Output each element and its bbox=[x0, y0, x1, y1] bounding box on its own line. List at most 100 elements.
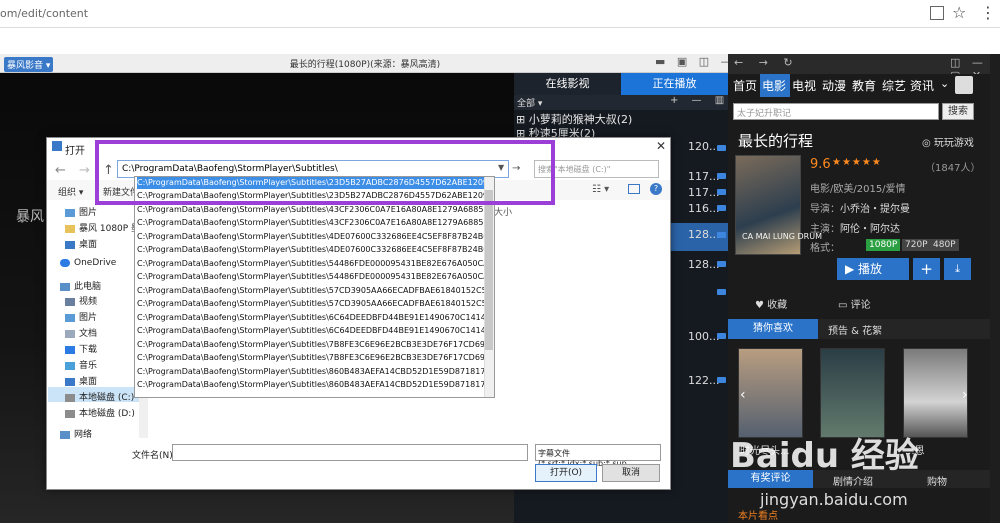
tab-guess-you-like[interactable]: 猜你喜欢 bbox=[728, 319, 818, 339]
open-button[interactable]: 打开(O) bbox=[535, 464, 597, 482]
playlist-filter-all[interactable]: 全部 ▾ bbox=[517, 96, 542, 109]
autocomplete-item[interactable]: C:\ProgramData\Baofeng\StormPlayer\Subti… bbox=[137, 258, 492, 270]
scrollbar-thumb[interactable] bbox=[485, 190, 493, 350]
forward-arrow-icon[interactable]: → bbox=[79, 163, 90, 178]
favorite-button[interactable]: ♥ 收藏 bbox=[755, 296, 787, 311]
baidu-watermark-url: jingyan.baidu.com bbox=[760, 490, 908, 509]
preview-pane-icon[interactable] bbox=[628, 184, 640, 194]
video-watermark: 暴风 bbox=[16, 209, 44, 225]
list-item-number: 117... bbox=[688, 186, 720, 199]
heart-icon: ♥ bbox=[755, 300, 768, 311]
help-icon[interactable]: ? bbox=[650, 183, 662, 195]
tree-item-network[interactable]: 网络 bbox=[60, 427, 92, 440]
tree-item-label: 下载 bbox=[79, 345, 98, 355]
address-bar-url[interactable]: om/edit/content bbox=[0, 7, 88, 20]
pictures-icon bbox=[65, 208, 75, 217]
chevron-down-icon[interactable]: ⌄ bbox=[940, 77, 949, 90]
rating-count: （1847人） bbox=[925, 163, 981, 174]
tree-item-music[interactable]: 音乐 bbox=[65, 358, 97, 371]
director-label: 导演： bbox=[810, 204, 840, 215]
director-name[interactable]: 小乔治・提尔曼 bbox=[840, 204, 910, 215]
rating-stars-icon: ★★★★★ bbox=[832, 157, 882, 168]
recommend-poster[interactable] bbox=[738, 348, 803, 438]
download-icon bbox=[65, 345, 75, 354]
hd-badge-icon bbox=[717, 189, 726, 195]
tree-item-desktop[interactable]: 桌面 bbox=[65, 374, 97, 387]
nav-education[interactable]: 教育 bbox=[852, 77, 876, 94]
filename-input[interactable] bbox=[172, 444, 528, 461]
bookmark-icon[interactable] bbox=[930, 6, 944, 20]
game-link[interactable]: ◎ 玩玩游戏 bbox=[922, 134, 974, 149]
tab-shopping[interactable]: 购物 bbox=[927, 473, 947, 488]
autocomplete-item[interactable]: C:\ProgramData\Baofeng\StormPlayer\Subti… bbox=[137, 285, 492, 297]
tree-item-this-pc[interactable]: 此电脑 bbox=[60, 279, 101, 292]
tree-item-pictures[interactable]: 图片 bbox=[65, 205, 97, 218]
autocomplete-item[interactable]: C:\ProgramData\Baofeng\StormPlayer\Subti… bbox=[137, 231, 492, 243]
filename-label: 文件名(N): bbox=[132, 451, 176, 461]
chevron-right-icon[interactable]: › bbox=[962, 387, 968, 403]
player-logo-menu[interactable]: 暴风影音 ▾ bbox=[4, 57, 54, 72]
tree-item-pictures[interactable]: 图片 bbox=[65, 310, 97, 323]
autocomplete-item[interactable]: C:\ProgramData\Baofeng\StormPlayer\Subti… bbox=[137, 325, 492, 337]
menu-icon[interactable]: ⋮ bbox=[980, 3, 996, 22]
hd-badge-icon bbox=[717, 173, 726, 179]
close-icon[interactable]: ✕ bbox=[656, 139, 666, 153]
cast-label: 主演： bbox=[810, 224, 840, 235]
computer-icon bbox=[60, 282, 70, 291]
cancel-button[interactable]: 取消 bbox=[602, 464, 660, 482]
autocomplete-item[interactable]: C:\ProgramData\Baofeng\StormPlayer\Subti… bbox=[137, 339, 492, 351]
nav-tv[interactable]: 电视 bbox=[792, 77, 816, 94]
tree-item-documents[interactable]: 文档 bbox=[65, 326, 97, 339]
format-1080p[interactable]: 1080P bbox=[866, 239, 901, 251]
tab-now-playing[interactable]: 正在播放 bbox=[621, 73, 728, 95]
organize-menu[interactable]: 组织 ▾ bbox=[58, 185, 83, 198]
autocomplete-item[interactable]: C:\ProgramData\Baofeng\StormPlayer\Subti… bbox=[137, 204, 492, 216]
tree-item-desktop[interactable]: 桌面 bbox=[65, 237, 97, 250]
autocomplete-item[interactable]: C:\ProgramData\Baofeng\StormPlayer\Subti… bbox=[137, 298, 492, 310]
format-720p[interactable]: 720P bbox=[902, 239, 931, 251]
cast-name[interactable]: 阿伦・阿尔达 bbox=[840, 224, 900, 235]
autocomplete-item[interactable]: C:\ProgramData\Baofeng\StormPlayer\Subti… bbox=[137, 366, 492, 378]
tab-trailers[interactable]: 预告 & 花絮 bbox=[828, 322, 882, 337]
autocomplete-item[interactable]: C:\ProgramData\Baofeng\StormPlayer\Subti… bbox=[137, 217, 492, 229]
autocomplete-item[interactable]: C:\ProgramData\Baofeng\StormPlayer\Subti… bbox=[137, 271, 492, 283]
star-icon[interactable]: ☆ bbox=[952, 3, 966, 22]
format-480p[interactable]: 480P bbox=[930, 239, 959, 251]
nav-news[interactable]: 资讯 bbox=[910, 77, 934, 94]
nav-movie[interactable]: 电影 bbox=[762, 77, 786, 94]
chevron-left-icon[interactable]: ‹ bbox=[740, 387, 746, 403]
tree-item-onedrive[interactable]: OneDrive bbox=[60, 258, 116, 268]
autocomplete-item[interactable]: C:\ProgramData\Baofeng\StormPlayer\Subti… bbox=[137, 379, 492, 391]
tree-item-downloads[interactable]: 下载 bbox=[65, 342, 97, 355]
cloud-icon bbox=[60, 258, 70, 267]
tree-item-drive-d[interactable]: 本地磁盘 (D:) bbox=[65, 406, 135, 419]
avatar[interactable] bbox=[955, 76, 973, 94]
tree-item-drive-c[interactable]: 本地磁盘 (C:) bbox=[65, 390, 134, 403]
browser-scrollbar[interactable] bbox=[990, 54, 1000, 523]
view-options-icon[interactable]: ☷ ▾ bbox=[592, 184, 609, 195]
tab-online-video[interactable]: 在线影视 bbox=[514, 73, 621, 95]
recommend-poster[interactable] bbox=[820, 348, 885, 438]
back-arrow-icon[interactable]: ← bbox=[55, 163, 66, 178]
nav-home[interactable]: 首页 bbox=[733, 77, 757, 94]
favorite-label: 收藏 bbox=[767, 300, 788, 311]
tree-item-videos[interactable]: 视频 bbox=[65, 294, 97, 307]
comment-icon: ▭ bbox=[838, 300, 851, 311]
autocomplete-item[interactable]: C:\ProgramData\Baofeng\StormPlayer\Subti… bbox=[137, 312, 492, 324]
tree-item-baofeng[interactable]: 暴风 1080P 墨 bbox=[65, 221, 140, 234]
comment-button[interactable]: ▭ 评论 bbox=[838, 296, 871, 311]
nav-anime[interactable]: 动漫 bbox=[822, 77, 846, 94]
download-button[interactable]: ⤓ bbox=[944, 258, 971, 280]
hd-badge-icon bbox=[717, 333, 726, 339]
nav-variety[interactable]: 综艺 bbox=[882, 77, 906, 94]
file-type-select[interactable]: 字幕文件(*.srt;*.idx;*.sub;*.sup bbox=[535, 444, 661, 468]
search-button[interactable]: 搜索 bbox=[942, 103, 974, 120]
size-column-header[interactable]: 大小 bbox=[494, 205, 512, 218]
nav-arrows-icon[interactable]: ← → ↻ bbox=[734, 56, 799, 69]
autocomplete-item[interactable]: C:\ProgramData\Baofeng\StormPlayer\Subti… bbox=[137, 352, 492, 364]
search-input[interactable]: 太子妃升职记 bbox=[733, 103, 939, 120]
recommend-poster[interactable] bbox=[903, 348, 968, 438]
add-button[interactable]: + bbox=[913, 258, 940, 280]
autocomplete-item[interactable]: C:\ProgramData\Baofeng\StormPlayer\Subti… bbox=[137, 244, 492, 256]
play-button[interactable]: ▶ 播放 bbox=[837, 258, 909, 280]
